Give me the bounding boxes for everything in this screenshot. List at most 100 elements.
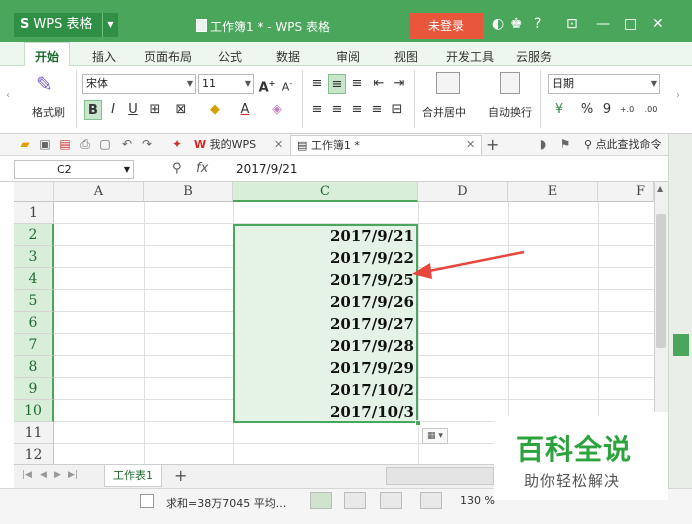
tab-review[interactable]: 审阅 [336,48,360,65]
row-header[interactable]: 8 [14,356,54,378]
prev-sheet-icon[interactable]: ◀ [40,470,47,480]
print-icon[interactable]: ⎙ [78,137,92,151]
save-icon[interactable]: ▣ [38,137,52,151]
cell-style-icon[interactable]: ⊠ [172,100,190,120]
underline-button[interactable]: U [124,100,142,120]
login-button[interactable]: 未登录 [409,13,483,39]
command-search[interactable]: ⚲ 点此查找命令 [584,135,662,155]
bold-button[interactable]: B [84,100,102,120]
close-tab-icon[interactable]: ✕ [274,135,283,155]
font-size-select[interactable]: 11 ▼ [198,74,254,94]
row-header[interactable]: 10 [14,400,54,422]
add-sheet-button[interactable]: + [174,466,187,485]
cell-c9[interactable]: 2017/10/2 [233,379,414,401]
comma-button[interactable]: 9 [598,100,616,120]
row-header[interactable]: 5 [14,290,54,312]
tab-formula[interactable]: 公式 [218,48,242,65]
wrap-text-button[interactable]: 自动换行 [488,104,532,120]
shirt-icon[interactable]: ♚ [510,16,523,32]
cell-c10[interactable]: 2017/10/3 [233,401,414,423]
ribbon-scroll-left-icon[interactable]: ‹ [6,90,10,101]
first-sheet-icon[interactable]: |◀ [22,470,32,480]
flag-icon[interactable]: ⚑ [558,137,572,151]
redo-icon[interactable]: ↷ [140,137,154,151]
italic-button[interactable]: I [104,100,122,120]
tab-developer[interactable]: 开发工具 [446,48,494,65]
indent-increase-icon[interactable]: ⇥ [390,74,408,94]
sheet-status-icon[interactable] [140,494,154,508]
side-panel-toggle[interactable] [673,334,689,356]
help-button[interactable]: ? [534,16,541,32]
minimize-button[interactable]: — [596,16,610,32]
normal-view-button[interactable] [310,492,332,509]
page-view-button[interactable] [344,492,366,509]
format-painter-label[interactable]: 格式刷 [32,104,65,120]
function-button[interactable]: fx [196,161,208,176]
chevron-down-icon[interactable]: ▼ [102,13,118,37]
column-header-b[interactable]: B [144,182,233,202]
decimal-increase-button[interactable]: +.0 [618,100,636,120]
tab-view[interactable]: 视图 [394,48,418,65]
row-header[interactable]: 2 [14,224,54,246]
distribute-icon[interactable]: ⊟ [388,100,406,120]
next-sheet-icon[interactable]: ▶ [54,470,61,480]
column-header-d[interactable]: D [418,182,508,202]
tab-home[interactable]: 开始 [24,42,71,67]
close-tab-icon[interactable]: ✕ [466,135,475,155]
doc-tab-mywps[interactable]: W 我的WPS [194,135,256,155]
cell-c5[interactable]: 2017/9/26 [233,291,414,313]
cell-c4[interactable]: 2017/9/25 [233,269,414,291]
row-header[interactable]: 4 [14,268,54,290]
open-icon[interactable]: ▰ [18,137,32,151]
align-left-icon[interactable]: ≡ [308,100,326,120]
fill-color-icon[interactable]: ◆ [206,100,224,120]
column-header-a[interactable]: A [54,182,144,202]
cell-c6[interactable]: 2017/9/27 [233,313,414,335]
pdf-icon[interactable]: ▤ [58,137,72,151]
tab-page-layout[interactable]: 页面布局 [144,48,192,65]
brush-icon[interactable]: ✎ [36,72,53,96]
maximize-button[interactable]: □ [624,16,637,32]
tab-data[interactable]: 数据 [276,48,300,65]
align-bottom-icon[interactable]: ≡ [348,74,366,94]
scroll-up-icon[interactable]: ▲ [657,184,663,193]
last-sheet-icon[interactable]: ▶| [68,470,78,480]
name-box[interactable]: C2 ▼ [14,160,134,179]
page-break-view-button[interactable] [380,492,402,509]
zoom-level[interactable]: 130 % [460,494,495,507]
cell-c2[interactable]: 2017/9/21 [233,225,414,247]
column-header-c[interactable]: C [233,182,418,202]
fill-handle[interactable] [415,420,421,426]
border-icon[interactable]: ⊞ [146,100,164,120]
sheet-tab-1[interactable]: 工作表1 [104,465,162,487]
formula-input[interactable]: 2017/9/21 [236,162,298,176]
row-header[interactable]: 1 [14,202,54,224]
currency-icon[interactable]: ¥ [550,100,568,120]
scrollbar-thumb[interactable] [656,214,666,348]
ribbon-toggle-icon[interactable]: ⊡ [566,16,578,32]
decimal-decrease-button[interactable]: .00 [642,100,660,120]
percent-button[interactable]: % [578,100,596,120]
ribbon-scroll-right-icon[interactable]: › [676,90,680,101]
row-header[interactable]: 12 [14,444,54,464]
row-header[interactable]: 6 [14,312,54,334]
undo-icon[interactable]: ↶ [120,137,134,151]
column-header-e[interactable]: E [508,182,598,202]
doc-tab-workbook[interactable]: ▤ 工作簿1 * [290,135,482,155]
justify-icon[interactable]: ≡ [368,100,386,120]
new-tab-icon[interactable]: + [486,135,499,155]
font-shrink-button[interactable]: A- [278,74,296,94]
row-header[interactable]: 9 [14,378,54,400]
row-header[interactable]: 3 [14,246,54,268]
cell-c8[interactable]: 2017/9/29 [233,357,414,379]
reading-view-button[interactable] [420,492,442,509]
cloud-icon[interactable]: ◗ [536,137,550,151]
horizontal-scrollbar[interactable] [386,467,494,485]
wrap-text-icon[interactable] [500,72,520,94]
select-all-corner[interactable] [14,182,54,202]
indent-decrease-icon[interactable]: ⇤ [370,74,388,94]
close-button[interactable]: ✕ [652,16,664,32]
row-header[interactable]: 11 [14,422,54,444]
align-top-icon[interactable]: ≡ [308,74,326,94]
font-grow-button[interactable]: A+ [258,74,276,95]
